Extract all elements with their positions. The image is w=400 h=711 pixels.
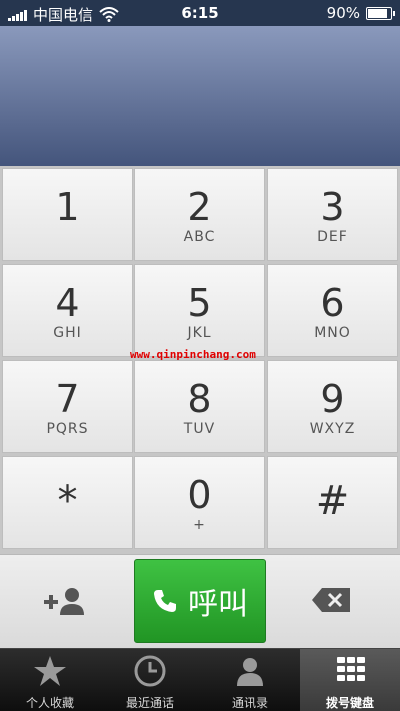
battery-icon — [366, 6, 395, 20]
key-4[interactable]: 4 GHI — [2, 264, 133, 357]
key-letters: TUV — [183, 421, 216, 437]
tab-contacts[interactable]: 通讯录 — [200, 649, 300, 711]
clock-icon — [134, 655, 166, 687]
key-letters: WXYZ — [309, 421, 356, 437]
action-row: 呼叫 — [0, 554, 400, 649]
key-letters: DEF — [317, 229, 348, 245]
keypad-icon — [337, 657, 365, 681]
key-digit: 9 — [320, 377, 345, 421]
key-letters: ABC — [183, 229, 216, 245]
contacts-icon — [237, 658, 263, 686]
key-1[interactable]: 1 — [2, 168, 133, 261]
backspace-icon[interactable] — [310, 585, 354, 615]
key-letters: MNO — [314, 325, 351, 341]
key-letters: PQRS — [46, 421, 89, 437]
key-symbol: # — [315, 478, 350, 524]
call-label: 呼叫 — [188, 587, 248, 622]
tab-favorites[interactable]: 个人收藏 — [0, 649, 100, 711]
watermark-text: www.qinpinchang.com — [130, 348, 256, 361]
key-3[interactable]: 3 DEF — [267, 168, 398, 261]
key-letters: + — [193, 517, 206, 533]
star-icon — [34, 656, 66, 686]
number-display — [0, 26, 400, 167]
add-contact-icon[interactable] — [40, 585, 92, 619]
key-digit: 2 — [187, 185, 212, 229]
key-hash[interactable]: # — [267, 456, 398, 549]
key-letters: GHI — [53, 325, 82, 341]
battery-percent: 90% — [326, 4, 360, 22]
key-digit: 3 — [320, 185, 345, 229]
key-letters: JKL — [187, 325, 212, 341]
tab-label: 通讯录 — [231, 696, 268, 710]
tab-label: 拨号键盘 — [325, 696, 374, 710]
key-symbol: * — [57, 478, 78, 524]
key-0[interactable]: 0 + — [134, 456, 265, 549]
key-digit: 4 — [55, 281, 80, 325]
key-digit: 0 — [187, 473, 212, 517]
key-5[interactable]: 5 JKL — [134, 264, 265, 357]
key-digit: 8 — [187, 377, 212, 421]
key-digit: 5 — [187, 281, 212, 325]
tab-label: 最近通话 — [125, 696, 174, 710]
call-button[interactable]: 呼叫 — [134, 559, 266, 643]
key-digit: 6 — [320, 281, 345, 325]
key-7[interactable]: 7 PQRS — [2, 360, 133, 453]
key-star[interactable]: * — [2, 456, 133, 549]
key-6[interactable]: 6 MNO — [267, 264, 398, 357]
key-digit: 7 — [55, 377, 80, 421]
key-8[interactable]: 8 TUV — [134, 360, 265, 453]
status-bar: 中国电信 6:15 90% — [0, 0, 400, 26]
key-digit: 1 — [55, 185, 80, 229]
tab-label: 个人收藏 — [25, 696, 74, 710]
tab-keypad[interactable]: 拨号键盘 — [300, 649, 400, 711]
key-2[interactable]: 2 ABC — [134, 168, 265, 261]
tab-bar: 个人收藏 最近通话 通讯录 拨号键盘 — [0, 648, 400, 711]
key-9[interactable]: 9 WXYZ — [267, 360, 398, 453]
phone-icon — [154, 590, 176, 612]
status-right: 90% — [326, 4, 395, 22]
tab-recents[interactable]: 最近通话 — [100, 649, 200, 711]
